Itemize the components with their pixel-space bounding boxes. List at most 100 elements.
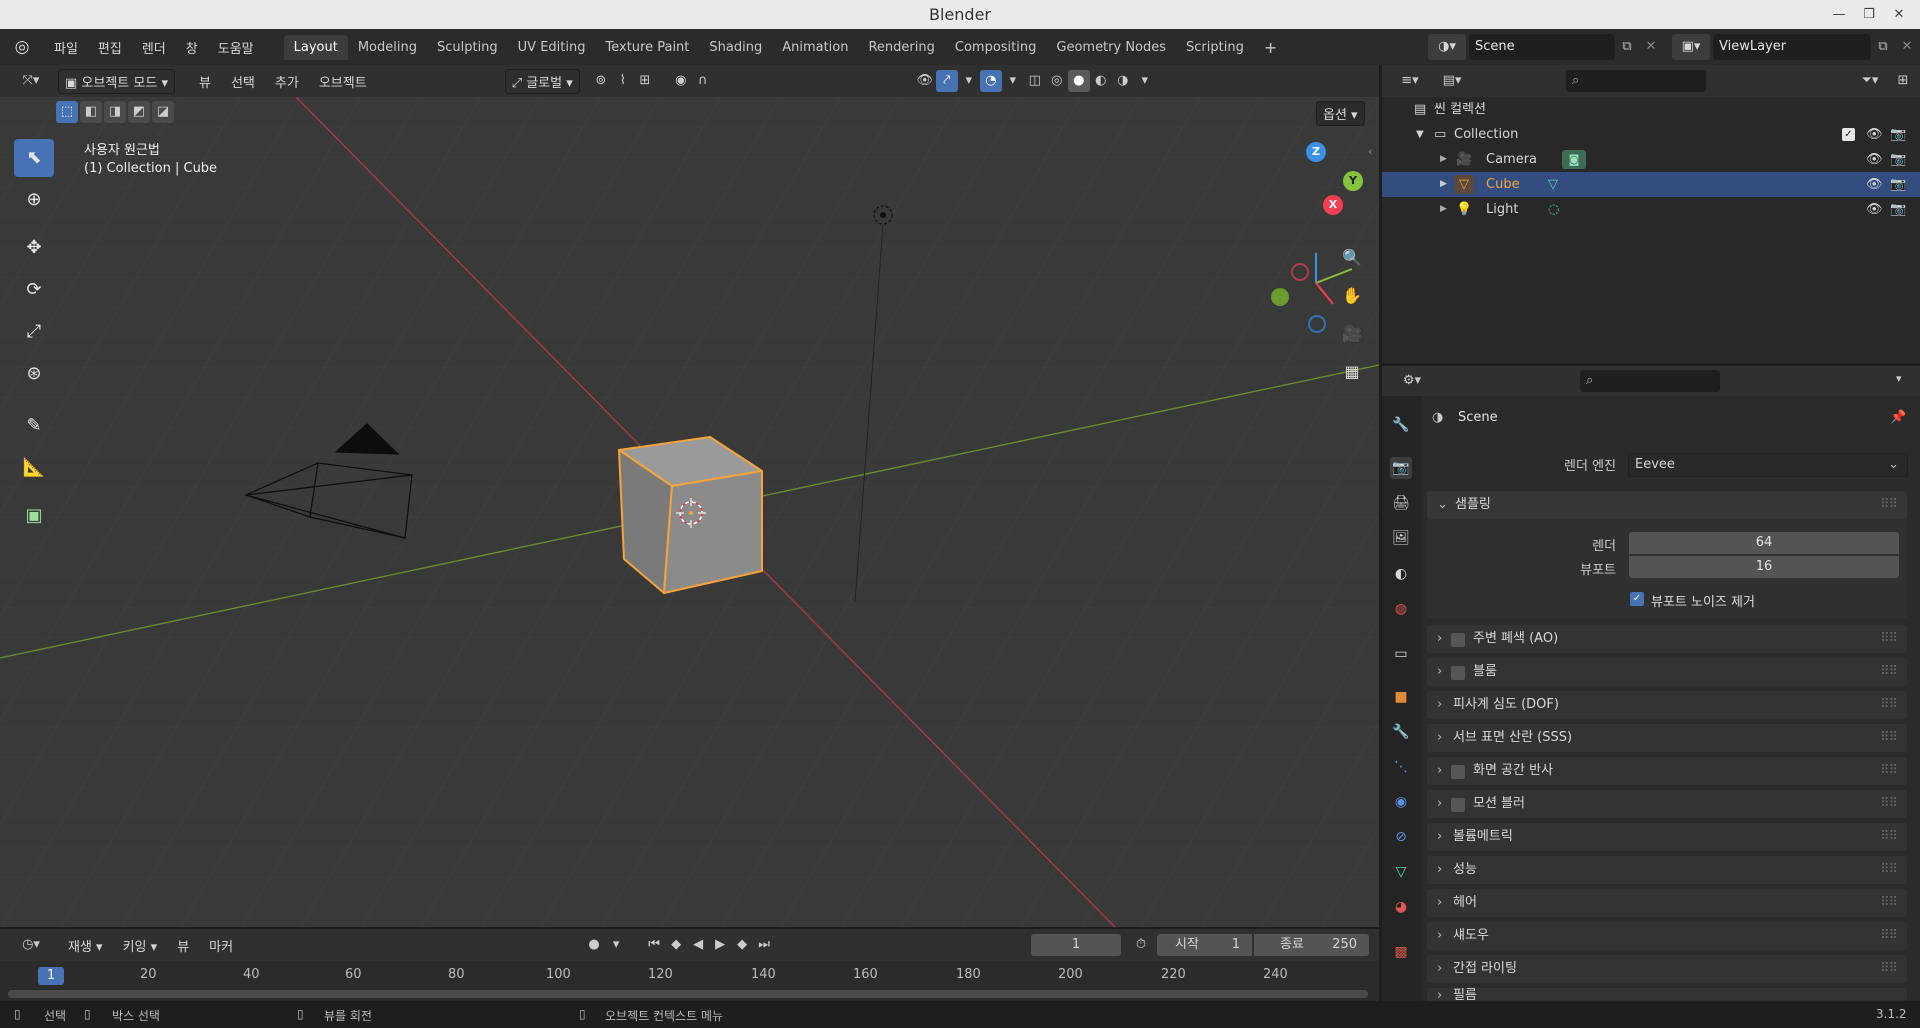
panel-ambient-occlusion[interactable]: › 주변 폐색 (AO) ⠿⠿ — [1427, 625, 1907, 653]
zoom-icon[interactable]: 🔍 — [1335, 241, 1369, 275]
panel-grip-icon[interactable]: ⠿⠿ — [1880, 889, 1898, 917]
display-mode-icon[interactable]: ▤▾ — [1434, 70, 1470, 92]
collection-visibility-icon[interactable]: 👁 — [1866, 122, 1883, 147]
mode-dropdown[interactable]: ▣ 오브젝트 모드 ▾ — [58, 68, 175, 94]
tab-animation[interactable]: Animation — [772, 35, 858, 60]
pin-icon[interactable]: 📌 — [1890, 410, 1906, 425]
panel-grip-icon[interactable]: ⠿⠿ — [1880, 757, 1898, 785]
view-layer-tab-icon[interactable]: 🖼 — [1390, 527, 1412, 549]
world-tab-icon[interactable]: ◍ — [1390, 598, 1412, 620]
timeline-editor-type-icon[interactable]: ◷▾ — [12, 934, 50, 956]
tab-uv-editing[interactable]: UV Editing — [508, 35, 596, 60]
scene-name-field[interactable]: Scene — [1469, 34, 1615, 60]
transform-orientation-dropdown[interactable]: ⤢ 글로벌 ▾ — [504, 68, 580, 94]
expand-icon[interactable]: › — [1437, 823, 1442, 851]
measure-tool-icon[interactable]: 📐 — [14, 449, 54, 487]
overlay-toggle-icon[interactable]: ◔ — [979, 70, 1002, 92]
play-reverse-icon[interactable]: ◀ — [687, 934, 709, 956]
menu-timeline-view[interactable]: 뷰 — [167, 936, 199, 955]
data-tab-icon[interactable]: ▽ — [1390, 861, 1412, 883]
cube-data-icon[interactable]: ▽ — [1548, 172, 1558, 197]
expand-icon[interactable]: › — [1437, 856, 1442, 884]
3d-viewport[interactable]: Z Y X ⬚ ◧ ◨ ◩ ◪ 사용자 원근법 (1) Collection |… — [0, 97, 1379, 927]
properties-search-input[interactable]: ⌕ — [1580, 370, 1720, 392]
panel-grip-icon[interactable]: ⠿⠿ — [1880, 724, 1898, 752]
auto-keying-dropdown-icon[interactable]: ▾ — [605, 934, 627, 956]
add-cube-tool-icon[interactable]: ▣ — [14, 497, 54, 535]
expand-icon[interactable]: › — [1437, 757, 1442, 785]
jump-end-icon[interactable]: ⏭ — [753, 934, 775, 956]
next-keyframe-icon[interactable]: ◆ — [731, 934, 753, 956]
new-scene-icon[interactable]: ⧉ — [1615, 34, 1639, 60]
snap-target-icon[interactable]: ⊞ — [634, 70, 656, 92]
panel-hair[interactable]: › 헤어 ⠿⠿ — [1427, 889, 1907, 917]
panel-sampling[interactable]: ⌄ 샘플링 ⠿⠿ — [1427, 491, 1907, 519]
panel-performance[interactable]: › 성능 ⠿⠿ — [1427, 856, 1907, 884]
collection-render-icon[interactable]: 📷 — [1890, 122, 1906, 147]
menu-playback[interactable]: 재생 ▾ — [58, 936, 113, 955]
tab-layout[interactable]: Layout — [283, 34, 348, 60]
gizmo-y-axis[interactable]: Y — [1343, 171, 1363, 191]
panel-enable-checkbox[interactable] — [1451, 765, 1465, 779]
panel-grip-icon[interactable]: ⠿⠿ — [1880, 955, 1898, 983]
select-subtract-icon[interactable]: ◨ — [104, 101, 126, 123]
modifier-tab-icon[interactable]: 🔧 — [1390, 721, 1412, 743]
playhead[interactable]: 1 — [38, 967, 64, 985]
solid-shading-icon[interactable]: ● — [1067, 70, 1090, 92]
view-layer-name-field[interactable]: ViewLayer — [1713, 34, 1871, 60]
add-workspace-button[interactable]: + — [1254, 33, 1287, 62]
scale-tool-icon[interactable]: ⤢ — [14, 313, 54, 351]
proportional-edit-icon[interactable]: ◉ — [670, 70, 692, 92]
minimize-icon[interactable]: — — [1826, 0, 1852, 29]
expand-icon[interactable]: › — [1437, 955, 1442, 983]
viewport-samples-field[interactable]: 16 — [1629, 556, 1899, 578]
panel-shadows[interactable]: › 섀도우 ⠿⠿ — [1427, 922, 1907, 950]
tool-tab-icon[interactable]: 🔧 — [1390, 414, 1412, 436]
preview-range-icon[interactable]: ⏱ — [1130, 934, 1152, 956]
menu-select[interactable]: 선택 — [221, 72, 265, 91]
delete-view-layer-icon[interactable]: ✕ — [1895, 34, 1919, 60]
camera-visibility-icon[interactable]: 👁 — [1866, 147, 1883, 172]
light-visibility-icon[interactable]: 👁 — [1866, 197, 1883, 222]
menu-marker[interactable]: 마커 — [199, 936, 243, 955]
particles-tab-icon[interactable]: ⋱ — [1390, 756, 1412, 778]
expand-icon[interactable]: › — [1437, 625, 1442, 653]
tab-rendering[interactable]: Rendering — [858, 35, 944, 60]
menu-help[interactable]: 도움말 — [208, 38, 264, 57]
menu-object[interactable]: 오브젝트 — [309, 72, 377, 91]
outliner-row-collection[interactable]: ▼ ▭ Collection ✓ 👁 📷 — [1382, 122, 1920, 147]
constraints-tab-icon[interactable]: ⊘ — [1390, 826, 1412, 848]
overlay-dropdown-icon[interactable]: ▾ — [1002, 70, 1024, 92]
move-tool-icon[interactable]: ✥ — [14, 229, 54, 267]
material-tab-icon[interactable]: ◕ — [1390, 896, 1412, 918]
camera-view-icon[interactable]: 🎥 — [1335, 317, 1369, 351]
tab-geometry-nodes[interactable]: Geometry Nodes — [1046, 35, 1176, 60]
editor-type-icon[interactable]: ⤧▾ — [12, 70, 50, 92]
expand-camera-icon[interactable]: ▶ — [1440, 147, 1447, 172]
gizmo-z-axis[interactable]: Z — [1306, 142, 1326, 162]
properties-editor-type-icon[interactable]: ⚙▾ — [1394, 370, 1430, 392]
output-tab-icon[interactable]: 🖨 — [1390, 492, 1412, 514]
expand-icon[interactable]: › — [1437, 691, 1442, 719]
view-layer-type-icon[interactable]: ▣▾ — [1672, 34, 1710, 60]
physics-tab-icon[interactable]: ◉ — [1390, 791, 1412, 813]
menu-keying[interactable]: 키잉 ▾ — [113, 936, 168, 955]
wireframe-shading-icon[interactable]: ◎ — [1046, 70, 1068, 92]
outliner-row-camera[interactable]: ▶ 🎥 Camera ◙ 👁 📷 — [1382, 147, 1920, 172]
record-keyframe-icon[interactable]: ● — [583, 934, 605, 956]
options-dropdown[interactable]: 옵션 ▾ — [1316, 101, 1365, 126]
scene-tab-icon[interactable]: ◐ — [1390, 563, 1412, 585]
sidebar-toggle-icon[interactable]: ‹ — [1368, 145, 1372, 158]
expand-collection-icon[interactable]: ▼ — [1416, 122, 1424, 147]
outliner-search-input[interactable]: ⌕ — [1566, 70, 1706, 92]
panel-enable-checkbox[interactable] — [1451, 798, 1465, 812]
delete-scene-icon[interactable]: ✕ — [1639, 34, 1663, 60]
menu-view[interactable]: 뷰 — [189, 72, 221, 91]
panel-film[interactable]: › 필름 — [1427, 988, 1907, 1001]
panel-grip-icon[interactable]: ⠿⠿ — [1880, 625, 1898, 653]
expand-icon[interactable]: › — [1437, 889, 1442, 917]
expand-icon[interactable]: › — [1437, 988, 1442, 1001]
tab-shading[interactable]: Shading — [699, 35, 772, 60]
pivot-icon[interactable]: ⊚ — [590, 70, 612, 92]
snap-icon[interactable]: ⌇ — [612, 70, 634, 92]
